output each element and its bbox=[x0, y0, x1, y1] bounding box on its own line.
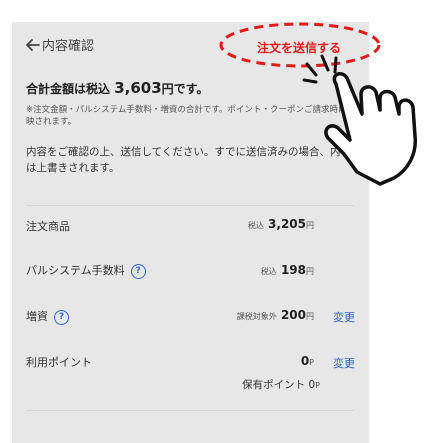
pointing-hand-icon bbox=[232, 18, 422, 188]
